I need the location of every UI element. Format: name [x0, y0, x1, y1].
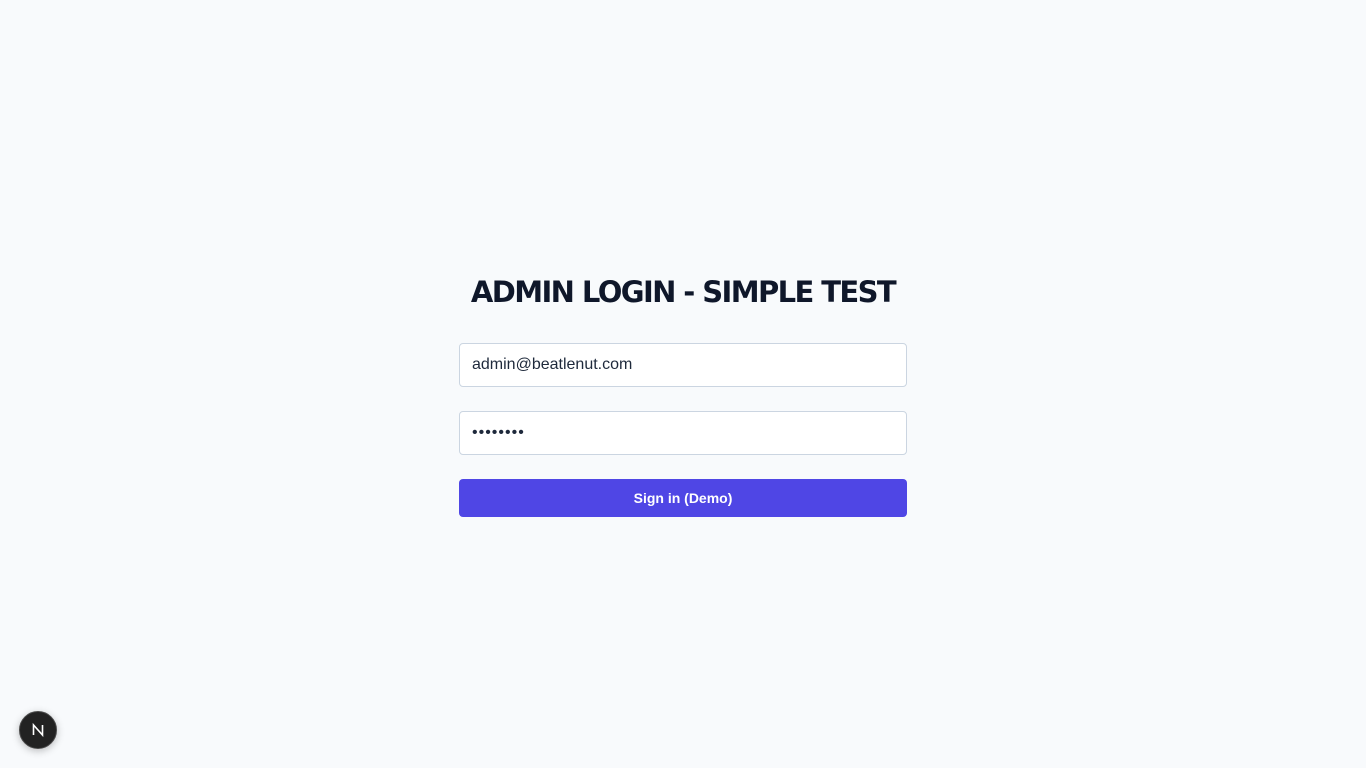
nextjs-dev-tools-button[interactable]: [19, 711, 57, 749]
password-field[interactable]: [459, 411, 907, 455]
login-page: ADMIN LOGIN - SIMPLE TEST Sign in (Demo): [0, 0, 1366, 768]
login-form: ADMIN LOGIN - SIMPLE TEST Sign in (Demo): [459, 270, 907, 517]
nextjs-logo-icon: [32, 722, 44, 738]
email-field[interactable]: [459, 343, 907, 387]
page-title: ADMIN LOGIN - SIMPLE TEST: [470, 275, 897, 309]
sign-in-button[interactable]: Sign in (Demo): [459, 479, 907, 517]
